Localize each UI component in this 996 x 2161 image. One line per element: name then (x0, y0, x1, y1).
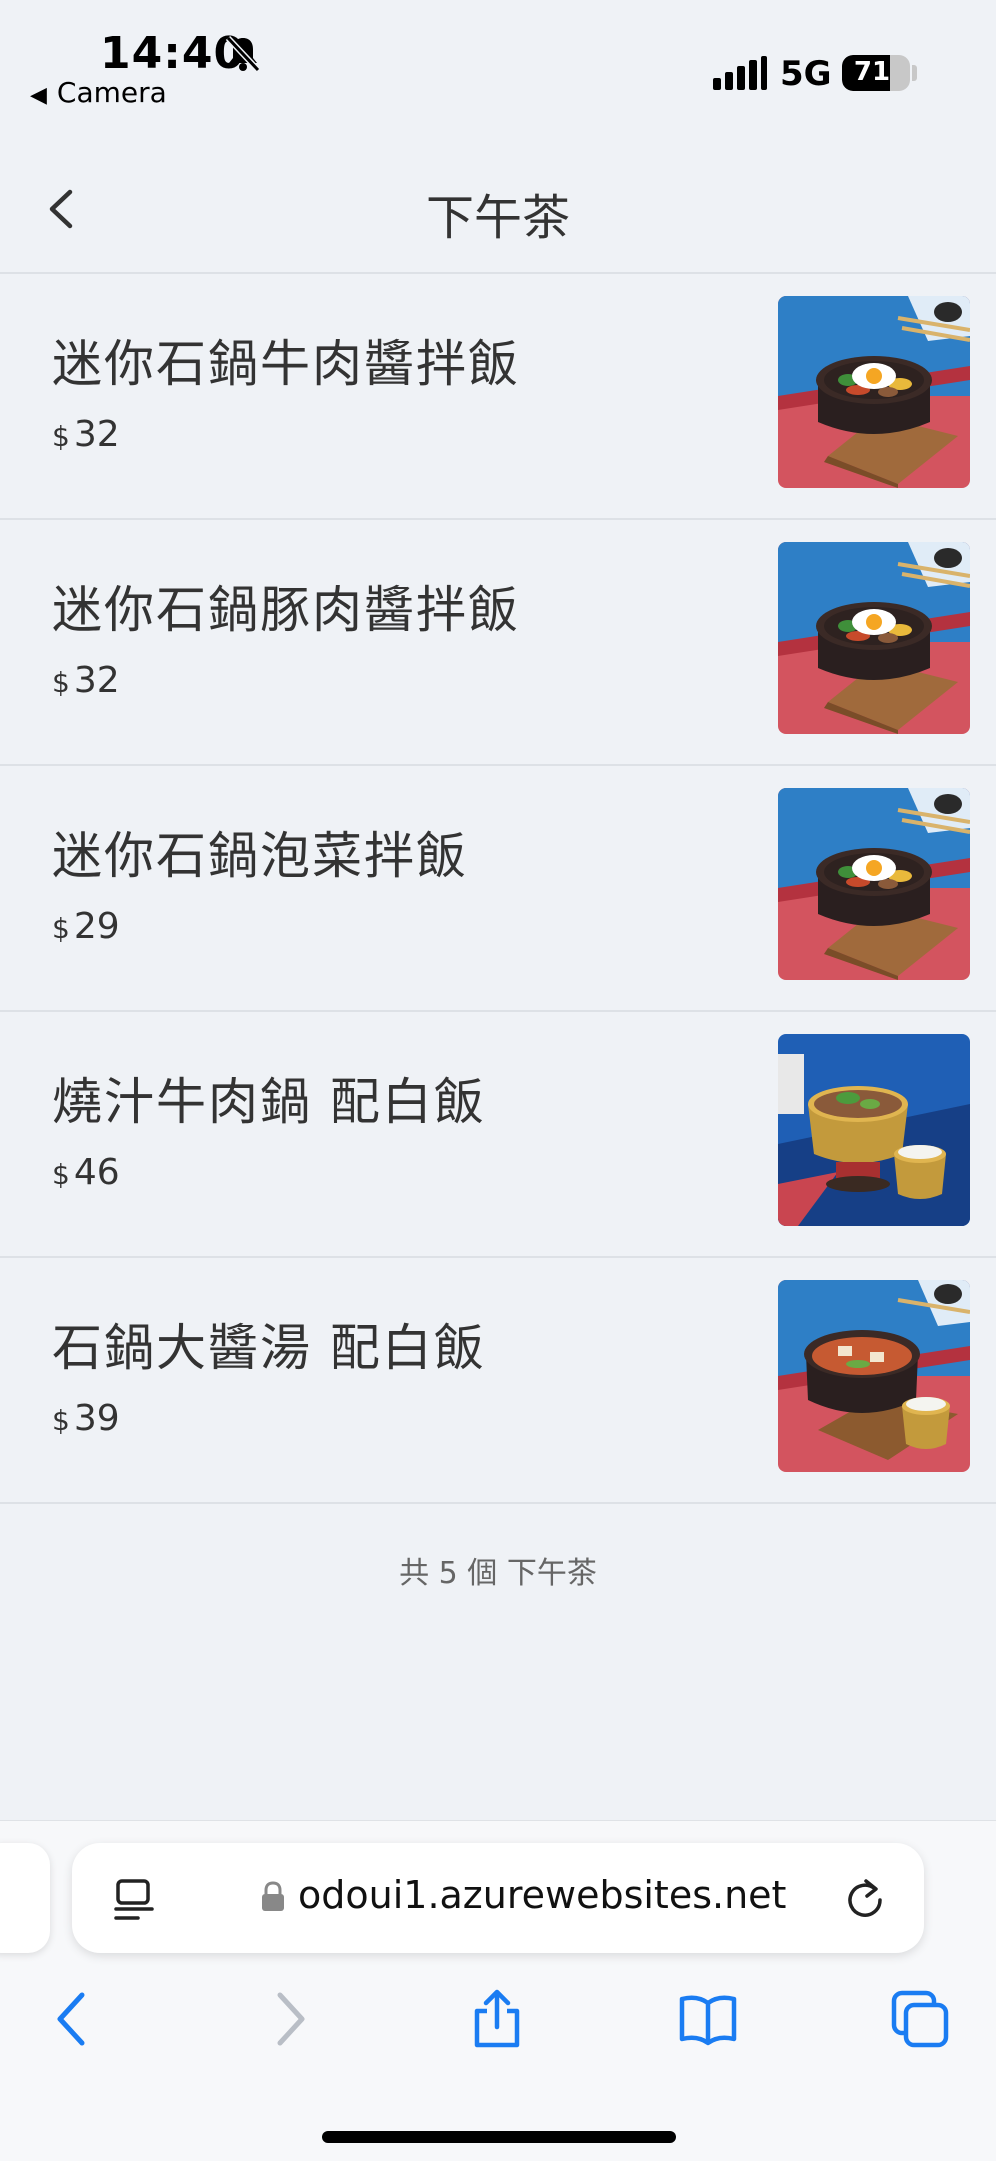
item-name: 迷你石鍋牛肉醬拌飯 (52, 335, 520, 393)
price-value: 32 (73, 414, 120, 455)
currency-symbol: $ (52, 1158, 70, 1191)
item-price: $29 (52, 906, 120, 947)
food-photo (778, 1034, 970, 1226)
previous-tab-card[interactable] (0, 1843, 50, 1953)
item-name: 迷你石鍋泡菜拌飯 (52, 827, 468, 885)
price-value: 39 (73, 1398, 120, 1439)
food-photo (778, 542, 970, 734)
tabs-icon[interactable] (890, 1989, 950, 2049)
price-value: 29 (73, 906, 120, 947)
network-type: 5G (780, 54, 832, 94)
item-price: $32 (52, 660, 120, 701)
item-name: 石鍋大醬湯 配白飯 (52, 1319, 486, 1377)
nav-header: 下午茶 (0, 150, 996, 274)
food-photo (778, 788, 970, 980)
page-menu-icon[interactable] (112, 1877, 156, 1923)
list-item[interactable]: 石鍋大醬湯 配白飯 $39 (0, 1258, 996, 1504)
back-app-label: Camera (56, 76, 167, 109)
food-photo (778, 296, 970, 488)
food-photo (778, 1280, 970, 1472)
item-price: $39 (52, 1398, 120, 1439)
list-item[interactable]: 迷你石鍋牛肉醬拌飯 $32 (0, 274, 996, 520)
currency-symbol: $ (52, 666, 70, 699)
back-arrow-icon[interactable] (44, 1989, 104, 2049)
home-indicator (322, 2131, 676, 2143)
currency-symbol: $ (52, 912, 70, 945)
lock-icon (262, 1881, 284, 1911)
address-bar[interactable]: odoui1.azurewebsites.net (72, 1843, 924, 1953)
price-value: 46 (73, 1152, 120, 1193)
list-item[interactable]: 燒汁牛肉鍋 配白飯 $46 (0, 1012, 996, 1258)
forward-arrow-icon[interactable] (258, 1989, 318, 2049)
item-price: $32 (52, 414, 120, 455)
reload-icon[interactable] (842, 1875, 888, 1921)
battery-cap (912, 65, 917, 81)
menu-list: 迷你石鍋牛肉醬拌飯 $32 迷你石鍋豚肉醬拌飯 $32 迷你石鍋泡菜拌飯 $ 2… (0, 274, 996, 1504)
bell-slash-icon (225, 35, 261, 73)
bookmarks-icon[interactable] (678, 1989, 738, 2049)
share-icon[interactable] (467, 1989, 527, 2049)
page-title: 下午茶 (425, 190, 570, 246)
price-value: 32 (73, 660, 120, 701)
back-to-app-link[interactable]: ◀ Camera (30, 76, 167, 109)
battery-icon: 71 (842, 55, 910, 91)
item-name: 迷你石鍋豚肉醬拌飯 (52, 581, 520, 639)
browser-bottom-bar: odoui1.azurewebsites.net (0, 1820, 996, 2161)
item-price: $46 (52, 1152, 120, 1193)
back-triangle-icon: ◀ (30, 83, 47, 108)
status-bar: 14:40 ◀ Camera 5G 71 (0, 0, 996, 120)
item-name: 燒汁牛肉鍋 配白飯 (52, 1073, 486, 1131)
cellular-signal-icon (713, 56, 767, 90)
battery-level: 71 (853, 57, 891, 87)
item-count-summary: 共 5 個 下午茶 (399, 1556, 597, 1591)
currency-symbol: $ (52, 1404, 70, 1437)
list-item[interactable]: 迷你石鍋泡菜拌飯 $29 (0, 766, 996, 1012)
url-text: odoui1.azurewebsites.net (298, 1873, 787, 1917)
currency-symbol: $ (52, 420, 70, 453)
list-item[interactable]: 迷你石鍋豚肉醬拌飯 $32 (0, 520, 996, 766)
